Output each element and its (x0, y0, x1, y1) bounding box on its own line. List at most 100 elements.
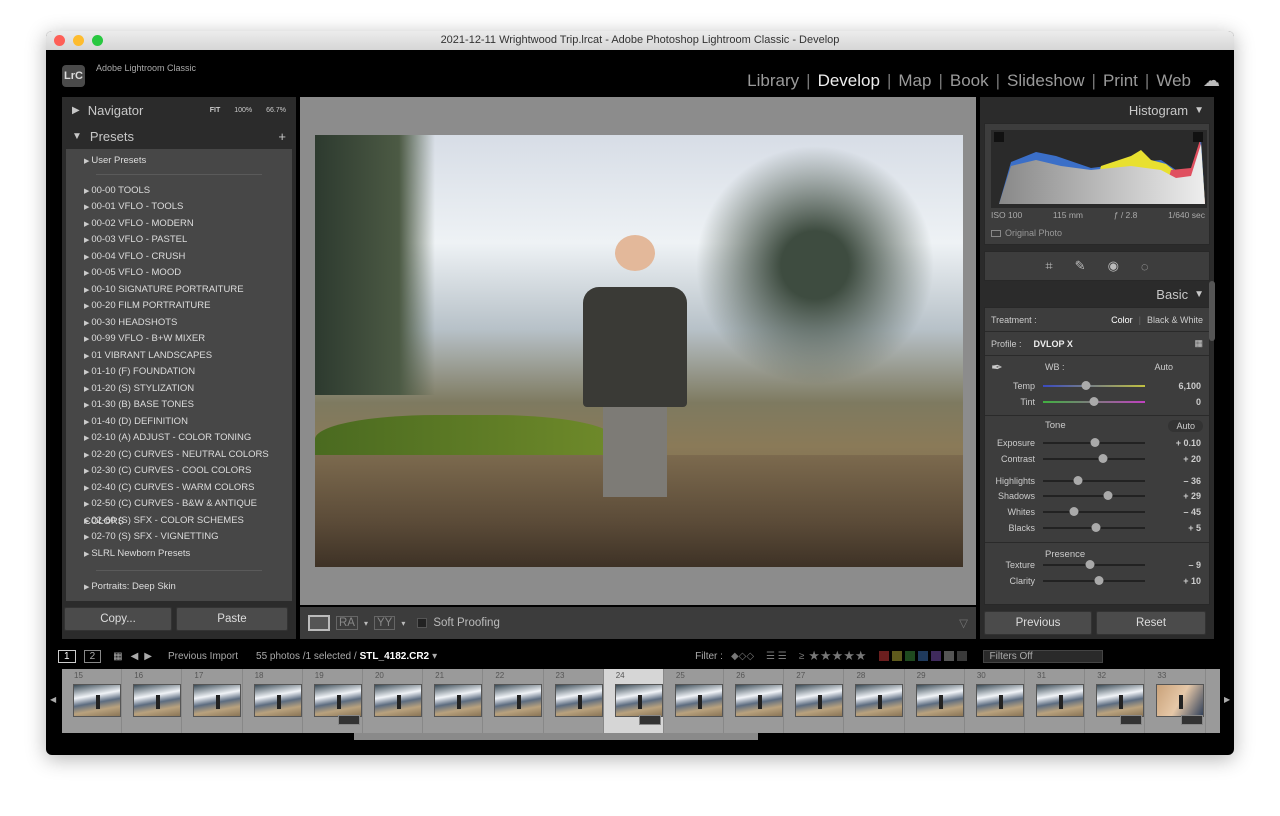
filmstrip-thumbnail[interactable]: 16 (122, 669, 183, 733)
color-label-swatch[interactable] (917, 651, 928, 661)
histogram-header[interactable]: Histogram ▼ (980, 97, 1214, 123)
main-photo[interactable] (315, 135, 963, 567)
zoom-custom[interactable]: 66.7% (266, 107, 286, 114)
preset-folder[interactable]: 02-50 (C) CURVES - B&W & ANTIQUE COLORS (66, 496, 292, 527)
preset-folder[interactable]: 00-00 TOOLS (66, 183, 292, 200)
wb-eyedropper-icon[interactable]: ✒ (991, 359, 1045, 376)
paste-button[interactable]: Paste (176, 607, 288, 631)
red-eye-icon[interactable]: ◉ (1108, 258, 1119, 274)
preset-folder[interactable]: 02-10 (A) ADJUST - COLOR TONING (66, 430, 292, 447)
zoom-100[interactable]: 100% (234, 107, 252, 114)
edit-filter-icons[interactable]: ☰ ☰ (766, 651, 787, 662)
navigator-header[interactable]: ▶ Navigator FIT 100% 66.7% (62, 97, 296, 123)
loupe-view-button[interactable] (308, 615, 330, 631)
toolbar-menu-icon[interactable]: ▽ (959, 616, 968, 630)
second-window-button[interactable]: 2 (83, 649, 102, 663)
treatment-color[interactable]: Color (1111, 315, 1133, 325)
preset-folder[interactable]: 02-60 (S) SFX - COLOR SCHEMES (66, 513, 292, 530)
slider-value[interactable]: + 0.10 (1145, 438, 1201, 448)
slider-value[interactable]: + 29 (1145, 491, 1201, 501)
filmstrip-thumbnail[interactable]: 30 (965, 669, 1025, 733)
cloud-icon[interactable]: ☁ (1203, 71, 1220, 91)
filmstrip-thumbnail[interactable]: 20 (363, 669, 424, 733)
masking-icon[interactable]: ◌ (1141, 259, 1149, 274)
healing-icon[interactable]: ✎ (1075, 258, 1086, 274)
slider-track[interactable] (1043, 453, 1145, 463)
color-label-swatch[interactable] (943, 651, 954, 661)
slider-knob[interactable] (1069, 506, 1079, 516)
original-photo-checkbox[interactable] (991, 229, 1001, 237)
slider-value[interactable]: – 9 (1145, 560, 1201, 570)
preset-folder[interactable]: 00-01 VFLO - TOOLS (66, 199, 292, 216)
color-label-swatch[interactable] (891, 651, 902, 661)
module-develop[interactable]: Develop (818, 71, 880, 91)
filmstrip-thumbnail[interactable]: 22 (483, 669, 544, 733)
filmstrip-thumbnail[interactable]: 26 (724, 669, 785, 733)
preset-folder[interactable]: Portraits: Deep Skin (66, 579, 292, 596)
filmstrip-thumbnail[interactable]: 23 (544, 669, 604, 733)
soft-proofing-checkbox[interactable] (417, 618, 428, 628)
preset-folder[interactable]: 00-03 VFLO - PASTEL (66, 232, 292, 249)
module-map[interactable]: Map (898, 71, 931, 91)
slider-value[interactable]: – 36 (1145, 476, 1201, 486)
module-web[interactable]: Web (1156, 71, 1191, 91)
highlight-clipping-toggle[interactable] (1193, 132, 1203, 142)
module-slideshow[interactable]: Slideshow (1007, 71, 1085, 91)
filmstrip-thumbnail[interactable]: 25 (664, 669, 725, 733)
tone-auto-button[interactable]: Auto (1168, 419, 1203, 432)
slider-track[interactable] (1043, 560, 1145, 570)
color-label-swatch[interactable] (956, 651, 967, 661)
preset-folder[interactable]: 01-30 (B) BASE TONES (66, 397, 292, 414)
filter-preset-select[interactable]: Filters Off (982, 649, 1103, 663)
filmstrip-thumbnail[interactable]: 27 (784, 669, 845, 733)
right-panel-scrollbar[interactable] (1209, 281, 1215, 341)
filmstrip-thumbnail[interactable]: 15 (62, 669, 123, 733)
slider-knob[interactable] (1091, 522, 1101, 532)
module-print[interactable]: Print (1103, 71, 1138, 91)
filmstrip-scroll-left[interactable]: ◀ (50, 695, 56, 704)
filmstrip-thumbnail[interactable]: 24 (603, 669, 664, 733)
minimize-button[interactable] (73, 35, 84, 46)
slider-knob[interactable] (1094, 576, 1104, 586)
slider-track[interactable] (1043, 491, 1145, 501)
presets-header[interactable]: ▼ Presets + (62, 123, 296, 149)
crop-icon[interactable]: ⌗ (1045, 258, 1052, 274)
profile-browser-icon[interactable]: ▦ (1194, 338, 1203, 349)
color-label-swatch[interactable] (878, 651, 889, 661)
filmstrip-thumbnail[interactable]: 17 (182, 669, 243, 733)
zoom-fit[interactable]: FIT (210, 107, 221, 114)
slider-track[interactable] (1043, 396, 1145, 406)
filmstrip-thumbnail[interactable]: 32 (1085, 669, 1146, 733)
before-after-swap-button[interactable]: YY (374, 616, 396, 630)
profile-select[interactable]: DVLOP X (1034, 339, 1073, 349)
preset-folder[interactable]: 02-30 (C) CURVES - COOL COLORS (66, 463, 292, 480)
slider-value[interactable]: 0 (1145, 397, 1201, 407)
preset-folder[interactable]: 00-05 VFLO - MOOD (66, 265, 292, 282)
add-preset-button[interactable]: + (278, 129, 286, 144)
filmstrip-thumbnail[interactable]: 18 (243, 669, 303, 733)
preset-folder[interactable]: 00-30 HEADSHOTS (66, 315, 292, 332)
preset-folder[interactable]: 00-99 VFLO - B+W MIXER (66, 331, 292, 348)
slider-track[interactable] (1043, 380, 1145, 390)
grid-icon[interactable]: ▦ (113, 651, 122, 662)
treatment-bw[interactable]: Black & White (1147, 315, 1203, 325)
forward-arrow-icon[interactable]: ▶ (144, 651, 152, 662)
preset-folder[interactable]: SLRL Newborn Presets (66, 546, 292, 563)
preset-folder[interactable]: 00-10 SIGNATURE PORTRAITURE (66, 282, 292, 299)
slider-knob[interactable] (1081, 380, 1091, 390)
before-after-button[interactable]: RA (336, 616, 358, 630)
slider-knob[interactable] (1103, 491, 1113, 501)
preset-folder[interactable]: 01 VIBRANT LANDSCAPES (66, 348, 292, 365)
wb-select[interactable]: Auto (1154, 362, 1173, 372)
zoom-button[interactable] (92, 35, 103, 46)
filmstrip-thumbnail[interactable]: 33 (1145, 669, 1206, 733)
close-button[interactable] (54, 35, 65, 46)
preset-folder[interactable]: 02-70 (S) SFX - VIGNETTING (66, 529, 292, 546)
slider-value[interactable]: – 45 (1145, 507, 1201, 517)
filmstrip-thumbnail[interactable]: 28 (844, 669, 905, 733)
filmstrip-thumbnail[interactable]: 19 (303, 669, 363, 733)
rating-comparator[interactable]: ≥ (799, 651, 805, 662)
filmstrip-thumbnail[interactable]: 31 (1025, 669, 1086, 733)
color-label-swatch[interactable] (904, 651, 915, 661)
filmstrip-thumbnail[interactable]: 29 (905, 669, 965, 733)
